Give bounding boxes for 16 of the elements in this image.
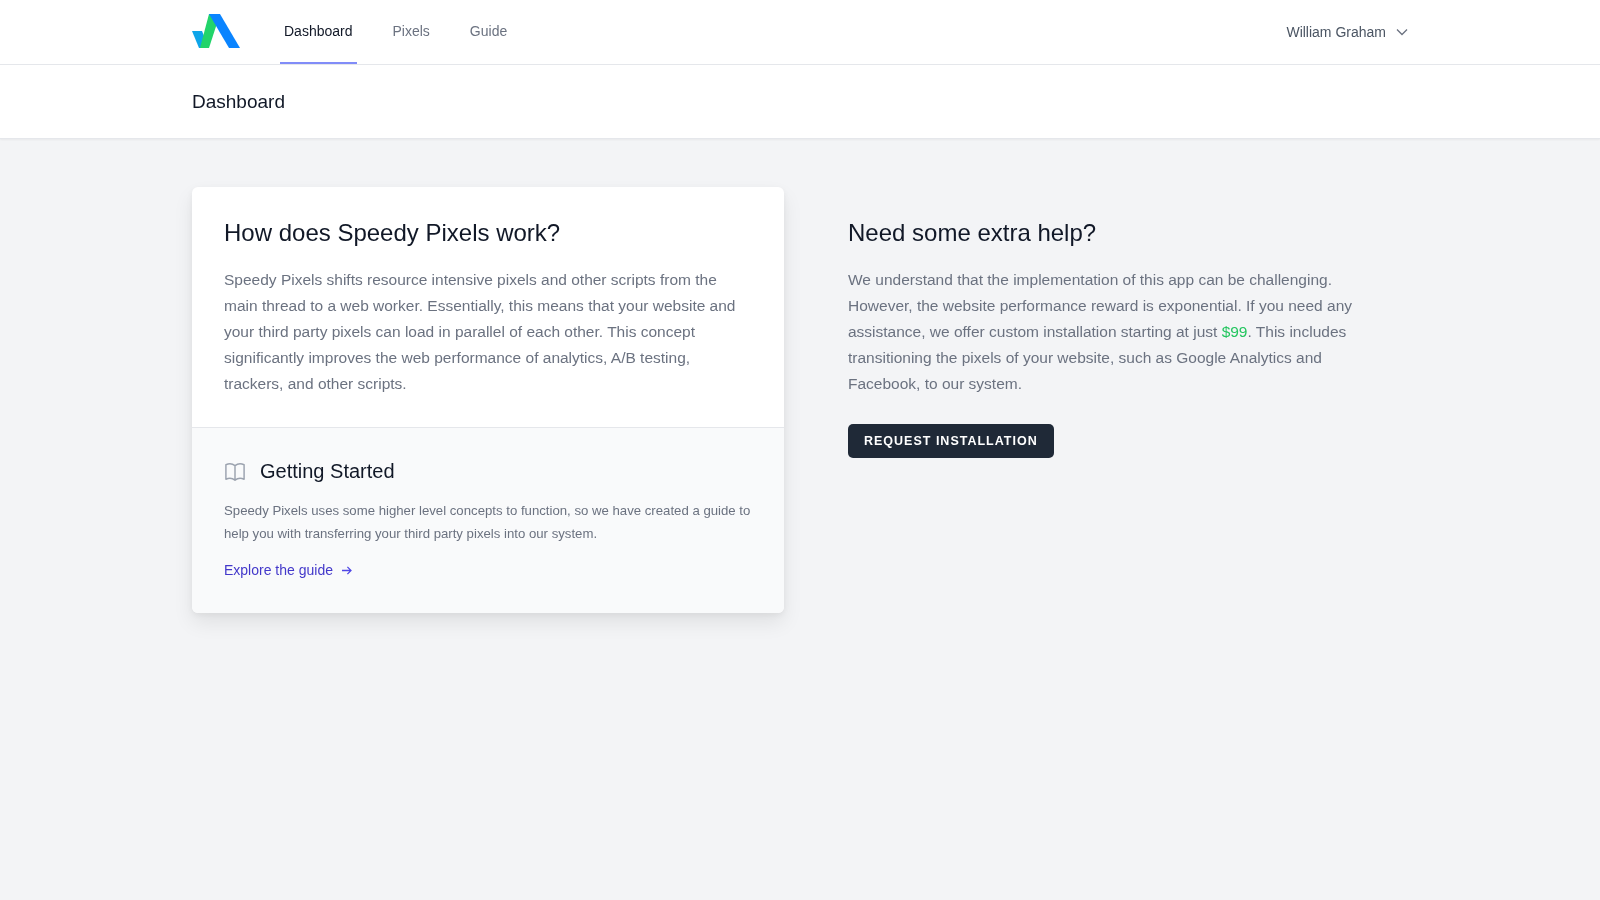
card-title: How does Speedy Pixels work? — [224, 219, 562, 247]
nav-tab[interactable]: Pixels — [388, 0, 434, 64]
arrow-right-icon — [340, 565, 352, 575]
card-paragraph: Speedy Pixels shifts resource intensive pixels and other scripts from the main thread to a web worker. Essentially, this means that your website and your third party pixels can load in parallel of each other. This concept significantly improves the web performance of analytics, A/B testing, trackers, and other scripts. — [224, 270, 737, 394]
nav-tab[interactable]: Guide — [465, 0, 512, 64]
page-title: Dashboard — [192, 90, 286, 113]
explore-guide-link[interactable]: Explore the guide — [224, 562, 352, 578]
user-menu[interactable]: William Graham — [1286, 24, 1408, 40]
book-icon — [224, 461, 246, 482]
section-title: Getting Started — [260, 460, 395, 483]
help-title: Need some extra help? — [848, 219, 1098, 247]
section-paragraph: Speedy Pixels uses some higher level concepts to function, so we have created a guide to help you with transferring your third party pixels into our system. — [224, 502, 752, 543]
logo-icon[interactable] — [192, 14, 240, 50]
request-installation-button[interactable]: REQUEST INSTALLATION — [848, 424, 1054, 458]
help-paragraph: We understand that the implementation of this app can be challenging. However, the website performance reward is exponential. If you need any assistance, we offer custom installation starting at just $99. This includes transitioning the pixels of your website, such as Google Analytics and Facebook, to our system. — [848, 270, 1354, 394]
chevron-down-icon — [1396, 28, 1408, 36]
